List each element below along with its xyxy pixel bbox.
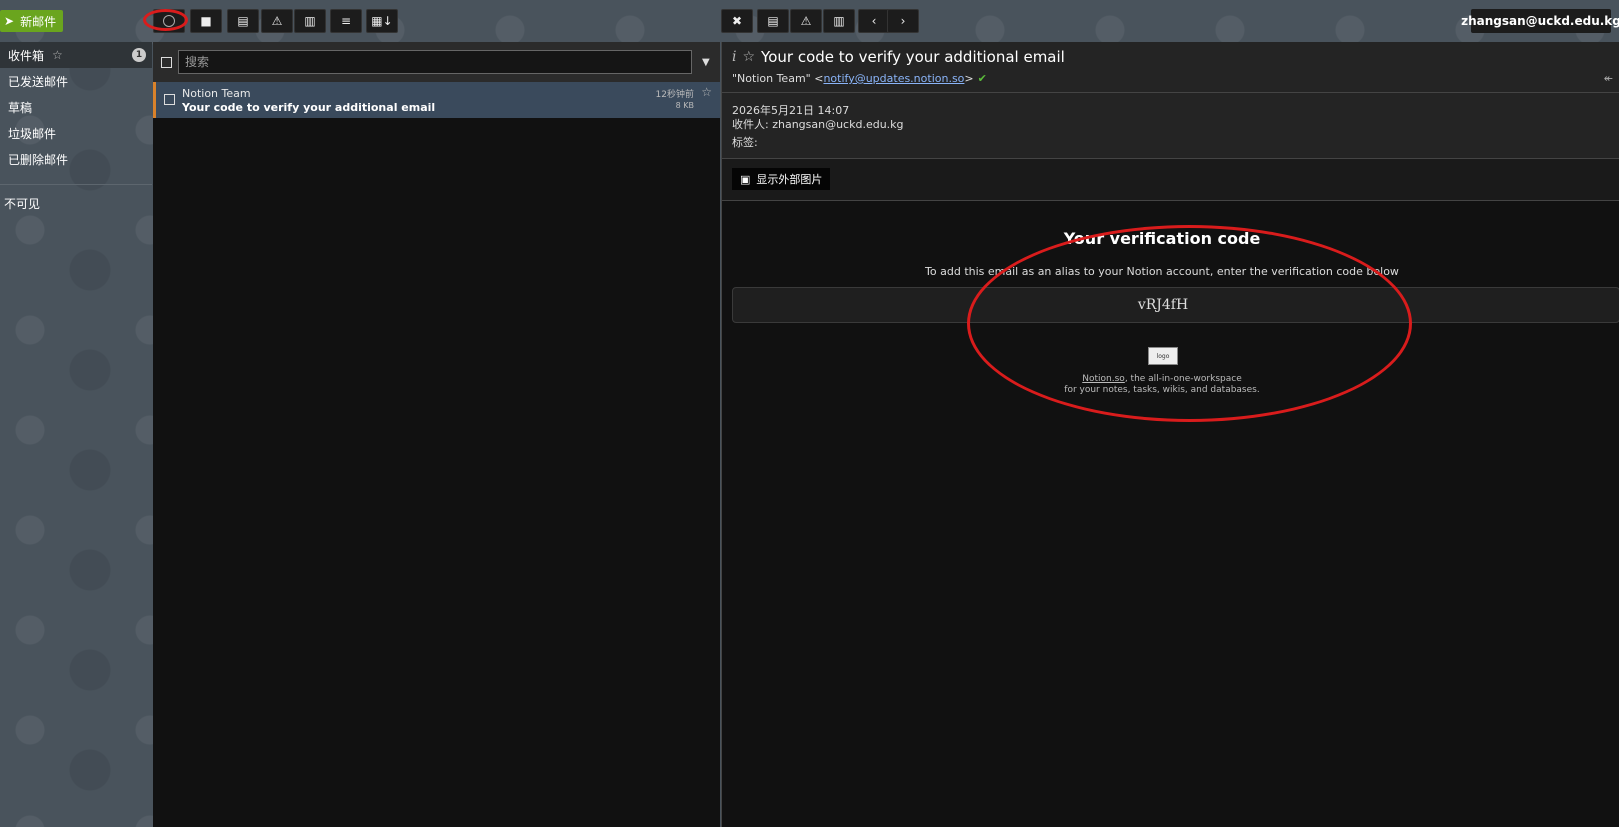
sender-name: "Notion Team" (732, 72, 811, 85)
warning-icon: ⚠ (800, 14, 812, 28)
close-message-button[interactable]: ✖ (721, 9, 753, 33)
show-external-images-label: 显示外部图片 (756, 173, 823, 186)
message-viewer-pane: i ☆ Your code to verify your additional … (721, 42, 1619, 827)
compose-button[interactable]: ➤ 新邮件 (0, 10, 63, 32)
viewer-delete-button[interactable]: ▥ (823, 9, 855, 33)
sidebar-item-label: 已删除邮件 (8, 152, 69, 167)
viewer-archive-button[interactable]: ▤ (757, 9, 789, 33)
select-all-checkbox[interactable] (161, 56, 172, 68)
chevron-right-icon: › (900, 14, 906, 28)
verified-check-icon: ✔ (977, 72, 987, 85)
sidebar-item-trash[interactable]: 已删除邮件 (0, 146, 152, 172)
message-time: 12秒钟前 (655, 90, 694, 100)
more-menu-button[interactable]: ≡ (330, 9, 362, 33)
top-toolbar: ➤ 新邮件 ■ ▤ ⚠ ▥ ≡ ▦↓ ✖ ▤ ⚠ ▥ ‹ › zhangsan@… (0, 0, 1619, 42)
star-icon[interactable]: ☆ (52, 48, 63, 62)
archive-icon: ▤ (767, 14, 779, 28)
message-body: Your verification code To add this email… (722, 201, 1619, 821)
search-bar: ▼ (153, 42, 720, 82)
sidebar-item-sent[interactable]: 已发送邮件 (0, 68, 152, 94)
archive-icon: ▤ (237, 14, 249, 28)
archive-button[interactable]: ▤ (227, 9, 259, 33)
message-recipient: 收件人: zhangsan@uckd.edu.kg (732, 118, 904, 131)
trash-icon: ▥ (833, 14, 845, 28)
delete-button[interactable]: ▥ (294, 9, 326, 33)
header-title-row: i ☆ Your code to verify your additional … (732, 48, 1065, 66)
message-list-pane: ▼ Notion Team Your code to verify your a… (153, 42, 720, 827)
sidebar-item-inbox[interactable]: 收件箱 ☆ 1 (0, 42, 152, 68)
sidebar-item-label: 草稿 (8, 100, 33, 115)
sidebar-divider (0, 184, 152, 185)
message-size: 8 KB (675, 101, 694, 110)
sidebar-item-label: 收件箱 (8, 48, 45, 63)
folder-sidebar: 收件箱 ☆ 1 已发送邮件 草稿 垃圾邮件 已删除邮件 不可见 (0, 42, 152, 827)
close-icon: ✖ (731, 14, 743, 28)
annotation-circle (143, 9, 188, 31)
hidden-folders-label[interactable]: 不可见 (0, 195, 152, 212)
sender-line: "Notion Team" <notify@updates.notion.so>… (732, 72, 987, 85)
message-title: Your code to verify your additional emai… (761, 48, 1065, 66)
move-to-folder-button[interactable]: ■ (190, 9, 222, 33)
paper-plane-icon: ➤ (4, 14, 15, 28)
chevron-left-icon: ‹ (871, 14, 877, 28)
folder-icon: ■ (200, 14, 212, 28)
previous-message-button[interactable]: ‹ (858, 9, 890, 33)
external-images-bar: ▣ 显示外部图片 (722, 159, 1619, 201)
trash-icon: ▥ (304, 14, 316, 28)
unread-count-badge: 1 (132, 48, 146, 62)
message-tags: 标签: (732, 136, 758, 149)
sidebar-item-label: 已发送邮件 (8, 74, 69, 89)
message-checkbox[interactable] (164, 94, 175, 105)
menu-icon: ≡ (340, 14, 352, 28)
search-options-dropdown-icon[interactable]: ▼ (702, 57, 710, 68)
message-row[interactable]: Notion Team Your code to verify your add… (153, 82, 720, 118)
info-icon[interactable]: i (732, 49, 736, 65)
show-external-images-button[interactable]: ▣ 显示外部图片 (732, 168, 831, 190)
search-input[interactable] (178, 50, 692, 74)
sidebar-item-drafts[interactable]: 草稿 (0, 94, 152, 120)
image-icon: ▣ (740, 172, 751, 186)
sidebar-item-spam[interactable]: 垃圾邮件 (0, 120, 152, 146)
message-sender: Notion Team (182, 87, 251, 100)
user-account-button[interactable]: zhangsan@uckd.edu.kg (1461, 9, 1619, 33)
reply-icon[interactable]: ↞ (1604, 72, 1613, 85)
sender-email-link[interactable]: notify@updates.notion.so (823, 72, 964, 85)
header-divider (722, 92, 1619, 93)
warning-icon: ⚠ (271, 14, 283, 28)
calendar-sort-icon: ▦↓ (371, 14, 393, 28)
sidebar-item-label: 垃圾邮件 (8, 126, 57, 141)
viewer-spam-button[interactable]: ⚠ (790, 9, 822, 33)
compose-label: 新邮件 (20, 14, 57, 29)
sort-button[interactable]: ▦↓ (366, 9, 398, 33)
annotation-ellipse (967, 225, 1412, 422)
message-header: i ☆ Your code to verify your additional … (722, 42, 1619, 159)
star-icon[interactable]: ☆ (742, 49, 755, 65)
spam-button[interactable]: ⚠ (261, 9, 293, 33)
next-message-button[interactable]: › (887, 9, 919, 33)
star-icon[interactable]: ☆ (701, 85, 712, 99)
message-subject: Your code to verify your additional emai… (182, 101, 436, 114)
